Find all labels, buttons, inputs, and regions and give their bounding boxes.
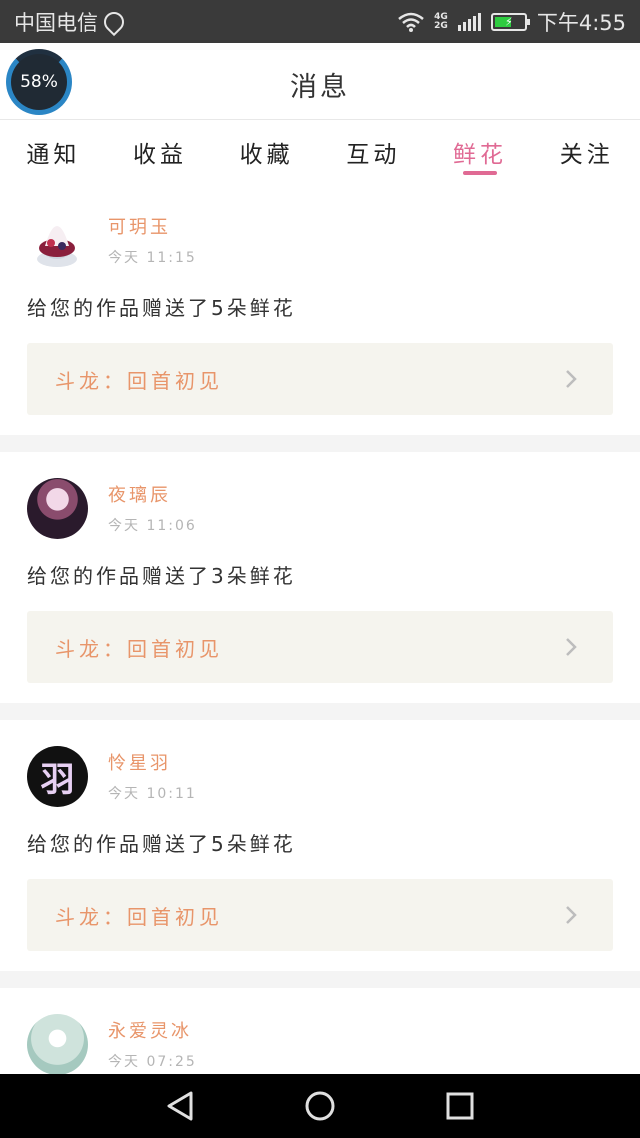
status-bar: 中国电信 4G 2G ⚡ 下午4:55 — [0, 0, 640, 43]
avatar[interactable] — [27, 209, 88, 271]
work-link[interactable]: 斗龙：回首初见 — [27, 343, 613, 415]
back-triangle-icon[interactable] — [160, 1086, 200, 1126]
tab-follow[interactable]: 关注 — [533, 121, 640, 183]
user-name[interactable]: 可玥玉 — [108, 213, 197, 239]
message-time: 今天 11:15 — [108, 250, 197, 266]
recents-square-icon[interactable] — [440, 1086, 480, 1126]
carrier: 中国电信 — [14, 7, 129, 37]
notification-icon — [99, 7, 129, 36]
tab-earnings[interactable]: 收益 — [107, 121, 214, 183]
carrier-name: 中国电信 — [14, 10, 98, 35]
home-circle-icon[interactable] — [300, 1086, 340, 1126]
user-info: 夜璃辰 今天 11:06 — [108, 481, 197, 535]
tab-flowers[interactable]: 鲜花 — [427, 121, 534, 183]
message-time: 今天 07:25 — [108, 1054, 197, 1070]
chevron-right-icon — [557, 365, 585, 393]
user-info: 可玥玉 今天 11:15 — [108, 213, 197, 267]
battery-icon: ⚡ — [490, 12, 530, 31]
tab-label: 鲜花 — [453, 142, 508, 168]
user-name[interactable]: 夜璃辰 — [108, 481, 197, 507]
signal-icon — [457, 12, 481, 31]
system-nav-bar — [0, 1074, 640, 1138]
user-row[interactable]: 夜璃辰 今天 11:06 — [27, 477, 613, 539]
user-name[interactable]: 怜星羽 — [108, 749, 197, 775]
work-link[interactable]: 斗龙：回首初见 — [27, 879, 613, 951]
network-type: 4G 2G — [434, 12, 448, 31]
user-info: 怜星羽 今天 10:11 — [108, 749, 197, 803]
user-row[interactable]: 永爱灵冰 今天 07:25 — [27, 1013, 613, 1074]
tab-interaction[interactable]: 互动 — [320, 121, 427, 183]
app-header: 58% 消息 — [0, 43, 640, 120]
user-name[interactable]: 永爱灵冰 — [108, 1017, 197, 1043]
message-text: 给您的作品赠送了5朵鲜花 — [27, 296, 296, 320]
message-list[interactable]: 可玥玉 今天 11:15 给您的作品赠送了5朵鲜花 斗龙：回首初见 夜璃辰 今天… — [0, 184, 640, 1074]
list-item: 夜璃辰 今天 11:06 给您的作品赠送了3朵鲜花 斗龙：回首初见 — [0, 452, 640, 703]
network-bottom: 2G — [434, 20, 448, 31]
avatar[interactable] — [27, 477, 88, 539]
tab-label: 收益 — [133, 142, 187, 168]
list-item: 羽 怜星羽 今天 10:11 给您的作品赠送了5朵鲜花 斗龙：回首初见 — [0, 720, 640, 971]
message-time: 今天 11:06 — [108, 518, 197, 534]
avatar[interactable]: 羽 — [27, 745, 88, 807]
work-title: 斗龙：回首初见 — [55, 368, 223, 393]
page-title: 消息 — [290, 72, 350, 103]
chevron-right-icon — [557, 633, 585, 661]
avatar-glyph: 羽 — [40, 759, 75, 800]
status-icons: 4G 2G ⚡ 下午4:55 — [398, 7, 626, 37]
wifi-icon — [398, 12, 424, 32]
user-info: 永爱灵冰 今天 07:25 — [108, 1017, 197, 1071]
user-row[interactable]: 羽 怜星羽 今天 10:11 — [27, 745, 613, 807]
message-text: 给您的作品赠送了3朵鲜花 — [27, 564, 296, 588]
message-time: 今天 10:11 — [108, 786, 197, 802]
message-text: 给您的作品赠送了5朵鲜花 — [27, 832, 296, 856]
tab-label: 收藏 — [239, 142, 294, 168]
chevron-right-icon — [557, 901, 585, 929]
tab-bar: 通知 收益 收藏 互动 鲜花 关注 — [0, 121, 640, 183]
avatar[interactable] — [27, 1013, 88, 1074]
tab-favorites[interactable]: 收藏 — [213, 121, 320, 183]
work-link[interactable]: 斗龙：回首初见 — [27, 611, 613, 683]
list-item: 可玥玉 今天 11:15 给您的作品赠送了5朵鲜花 斗龙：回首初见 — [0, 184, 640, 435]
tab-label: 互动 — [346, 142, 401, 168]
tab-label: 关注 — [559, 142, 614, 168]
user-row[interactable]: 可玥玉 今天 11:15 — [27, 209, 613, 271]
work-title: 斗龙：回首初见 — [55, 904, 223, 929]
clock: 下午4:55 — [536, 10, 626, 35]
work-title: 斗龙：回首初见 — [55, 636, 223, 661]
tab-notice[interactable]: 通知 — [0, 121, 107, 183]
active-tab-indicator — [463, 171, 498, 175]
list-item: 永爱灵冰 今天 07:25 — [0, 988, 640, 1074]
tab-label: 通知 — [26, 142, 81, 168]
